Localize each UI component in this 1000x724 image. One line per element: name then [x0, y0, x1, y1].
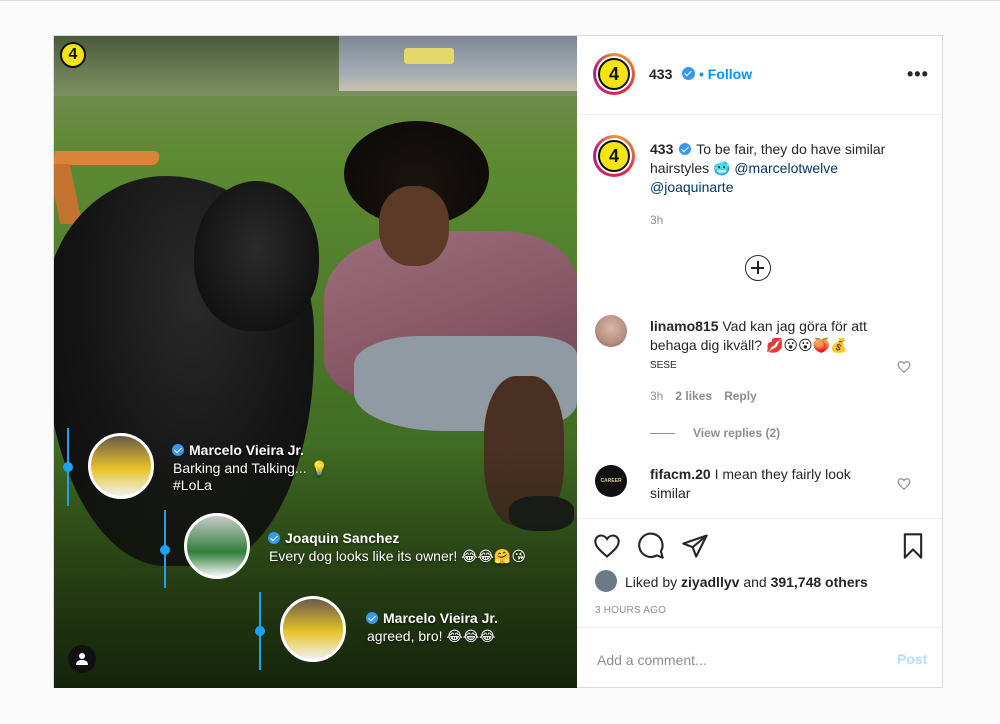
post-timestamp[interactable]: 3 HOURS AGO: [595, 605, 666, 616]
add-comment-bar: Post: [577, 627, 942, 690]
post-actions: Liked by ziyadllyv and 391,748 others 3 …: [577, 518, 942, 689]
overlay-avatar: [280, 596, 346, 662]
comment-meta: 3h 2 likes Reply: [650, 389, 757, 403]
post-comment-button[interactable]: Post: [897, 651, 927, 667]
load-more-comments-button[interactable]: [745, 255, 771, 281]
overlay-avatar: [184, 513, 250, 579]
post-side-panel: 4 433 • Follow ••• 4 433 To be fair, the…: [577, 36, 942, 688]
liked-by-avatar[interactable]: [595, 570, 617, 592]
verified-icon: [268, 532, 280, 544]
comment-text: linamo815 Vad kan jag göra för att behag…: [650, 318, 867, 353]
mention-link[interactable]: @marcelotwelve: [734, 160, 838, 176]
comment-input[interactable]: [595, 648, 869, 672]
post-photo[interactable]: 4 Marcelo Vieira Jr. Barking and Talking…: [54, 36, 577, 688]
caption-text: 433 To be fair, they do have similar hai…: [650, 141, 886, 195]
comment-avatar[interactable]: [595, 315, 627, 347]
comment-likes[interactable]: 2 likes: [675, 389, 712, 403]
header-avatar[interactable]: 4: [593, 53, 635, 95]
comment-avatar[interactable]: CAREER MODE: [595, 465, 627, 497]
photo-pool-float: [404, 48, 454, 64]
brand-logo: 4: [60, 42, 86, 68]
verified-icon: [366, 612, 378, 624]
caption-username[interactable]: 433: [650, 141, 673, 157]
heart-icon[interactable]: [897, 477, 911, 491]
overlay-comment-name: Marcelo Vieira Jr.: [172, 442, 304, 458]
share-icon[interactable]: [681, 532, 709, 560]
overlay-comment-text: Every dog looks like its owner! 😂😂🤗😘: [269, 548, 526, 564]
comment-time: 3h: [650, 389, 664, 403]
overlay-comment-text: agreed, bro! 😂😂😂: [367, 628, 496, 644]
comment-reply-button[interactable]: Reply: [724, 389, 757, 403]
overlay-thread-dot: [63, 462, 73, 472]
overlay-comment-name: Joaquin Sanchez: [268, 530, 399, 546]
mention-link[interactable]: @joaquinarte: [650, 179, 734, 195]
tagged-users-button[interactable]: [68, 645, 96, 673]
heart-icon[interactable]: [593, 532, 621, 560]
comment-subtext: SESE: [650, 360, 677, 371]
verified-icon: [679, 143, 692, 155]
post-header: 4 433 • Follow •••: [577, 36, 942, 115]
post-card: 4 Marcelo Vieira Jr. Barking and Talking…: [53, 35, 943, 688]
comment-text: fifacm.20 I mean they fairly look simila…: [650, 466, 851, 501]
overlay-comment-text: Barking and Talking... 💡: [173, 460, 328, 476]
overlay-thread-dot: [160, 545, 170, 555]
photo-man-face: [379, 186, 449, 266]
overlay-avatar: [88, 433, 154, 499]
comment-username[interactable]: fifacm.20: [650, 466, 711, 482]
bookmark-icon[interactable]: [899, 532, 927, 560]
photo-chair: [54, 151, 160, 165]
comments-list[interactable]: 4 433 To be fair, they do have similar h…: [577, 115, 942, 518]
user-icon: [76, 653, 88, 665]
liked-by-text[interactable]: Liked by ziyadllyv and 391,748 others: [625, 574, 868, 590]
view-replies-button[interactable]: View replies (2): [693, 426, 780, 440]
verified-icon: [682, 67, 695, 80]
follow-button[interactable]: • Follow: [699, 66, 752, 82]
verified-icon: [172, 444, 184, 456]
photo-chair-leg: [54, 164, 83, 224]
photo-dog-head: [194, 181, 319, 331]
more-options-icon[interactable]: •••: [907, 64, 929, 85]
overlay-comment-hashtag: #LoLa: [173, 477, 212, 493]
caption-avatar[interactable]: 4: [593, 135, 635, 177]
header-username[interactable]: 433: [649, 66, 672, 82]
heart-icon[interactable]: [897, 360, 911, 374]
caption-time: 3h: [650, 213, 664, 227]
view-replies-line: [650, 433, 675, 434]
comment-username[interactable]: linamo815: [650, 318, 718, 334]
comment-icon[interactable]: [637, 532, 665, 560]
photo-background-house: [339, 36, 577, 91]
overlay-thread-dot: [255, 626, 265, 636]
overlay-comment-name: Marcelo Vieira Jr.: [366, 610, 498, 626]
